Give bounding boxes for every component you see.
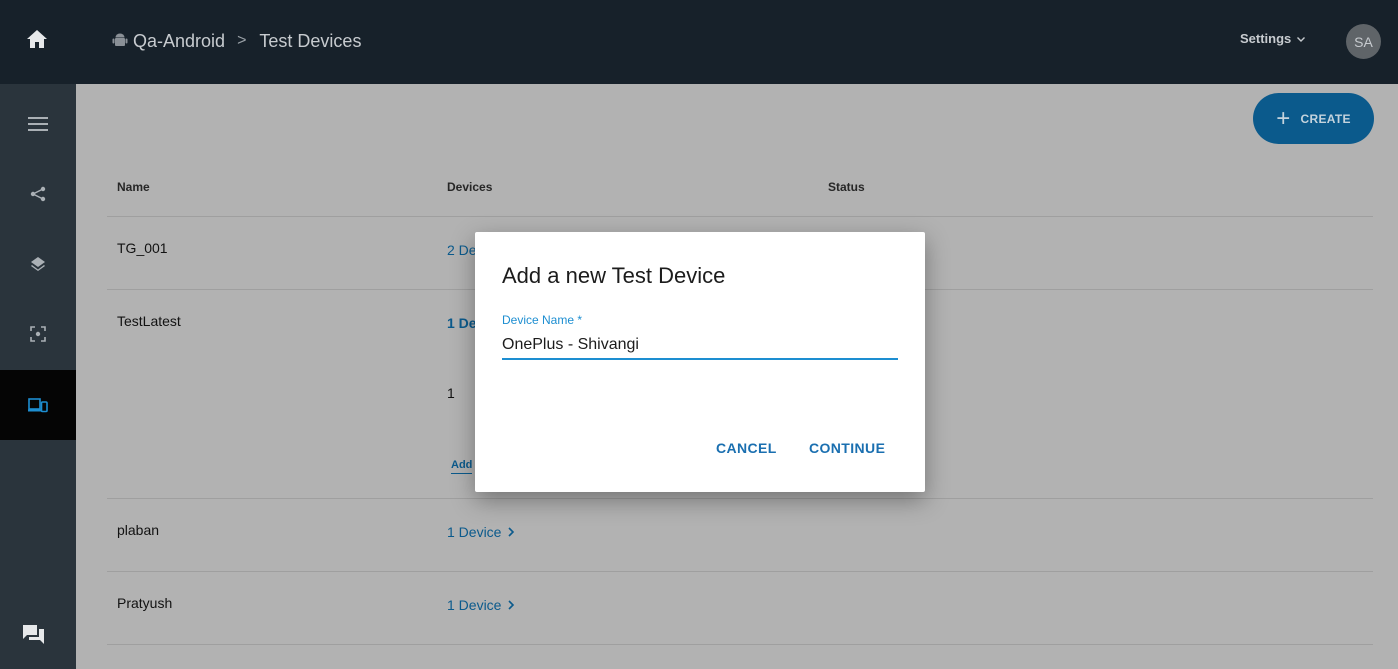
create-label: CREATE — [1300, 111, 1351, 126]
sidebar-item-test-devices[interactable] — [0, 370, 76, 440]
home-button[interactable] — [22, 24, 52, 54]
settings-label: Settings — [1240, 31, 1292, 46]
chat-icon — [23, 625, 44, 644]
breadcrumb-separator: > — [237, 32, 247, 49]
devices-icon — [28, 398, 48, 413]
top-bar: Qa-Android > Test Devices Settings SA — [0, 0, 1398, 84]
row-name: plaban — [117, 522, 160, 538]
home-icon — [27, 30, 47, 48]
breadcrumb: Qa-Android > Test Devices — [112, 28, 361, 54]
sidebar-item-scan[interactable] — [0, 299, 76, 369]
row-divider — [107, 498, 1373, 499]
column-header-status: Status — [828, 180, 865, 194]
sidebar — [0, 84, 76, 669]
row-name: Pratyush — [117, 595, 173, 611]
row-devices-label: 1 Device — [447, 524, 502, 540]
row-name: TG_001 — [117, 240, 168, 256]
row-name: TestLatest — [117, 313, 181, 329]
chevron-right-icon — [508, 600, 515, 610]
column-header-devices: Devices — [447, 180, 493, 194]
header-divider — [107, 216, 1373, 217]
breadcrumb-project[interactable]: Qa-Android — [133, 31, 225, 52]
device-name-input[interactable] — [502, 331, 898, 360]
continue-button[interactable]: CONTINUE — [809, 440, 885, 456]
row-devices-link[interactable]: 1 Device — [447, 597, 515, 613]
android-icon — [112, 33, 128, 46]
avatar[interactable]: SA — [1346, 24, 1381, 59]
settings-menu[interactable]: Settings — [1240, 31, 1306, 46]
add-device-link[interactable]: Add — [451, 459, 473, 474]
row-devices-label: 1 Device — [447, 597, 502, 613]
row-devices-link[interactable]: 1 Device — [447, 524, 515, 540]
hamburger-menu-icon — [28, 117, 48, 131]
chevron-down-icon — [1297, 36, 1306, 42]
create-button[interactable]: + CREATE — [1253, 93, 1374, 144]
plus-icon: + — [1276, 104, 1291, 132]
dialog-title: Add a new Test Device — [502, 263, 726, 288]
sidebar-item-layers[interactable] — [0, 229, 76, 299]
column-header-name: Name — [117, 180, 150, 194]
row-divider — [107, 644, 1373, 645]
chat-button[interactable] — [22, 624, 48, 648]
cancel-button[interactable]: CANCEL — [716, 440, 777, 456]
row-divider — [107, 571, 1373, 572]
sidebar-item-menu[interactable] — [0, 89, 76, 159]
sidebar-item-share[interactable] — [0, 159, 76, 229]
share-nodes-icon — [30, 186, 46, 202]
device-name-label: Device Name * — [502, 313, 583, 327]
add-test-device-dialog: Add a new Test Device Device Name * CANC… — [475, 232, 925, 492]
focus-frame-icon — [30, 326, 46, 342]
chevron-right-icon — [508, 527, 515, 537]
row-device-count: 1 — [447, 385, 455, 401]
layers-icon — [31, 257, 45, 271]
breadcrumb-current: Test Devices — [259, 30, 362, 51]
